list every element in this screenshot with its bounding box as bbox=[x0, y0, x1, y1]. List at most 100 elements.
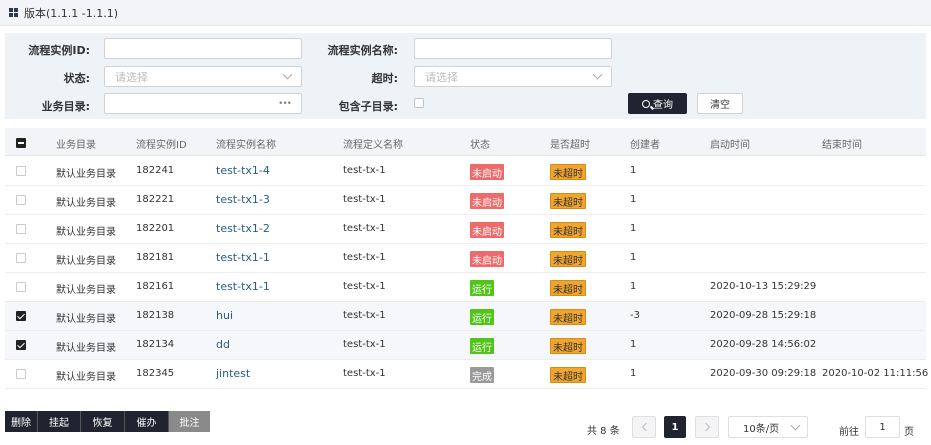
urge-button[interactable]: 催办 bbox=[125, 411, 169, 432]
row-creator: 1 bbox=[630, 165, 637, 176]
row-instance-id: 182134 bbox=[136, 339, 175, 350]
delete-button[interactable]: 删除 bbox=[5, 411, 38, 432]
action-bar: 删除 挂起 恢复 催办 批注 bbox=[5, 411, 210, 432]
row-instance-id: 182138 bbox=[136, 310, 175, 321]
row-start-time: 2020-10-13 15:29:29 bbox=[710, 281, 817, 292]
instance-id-label: 流程实例ID: bbox=[28, 44, 90, 57]
instance-id-input[interactable] bbox=[104, 38, 302, 59]
chevron-down-icon bbox=[282, 69, 293, 80]
row-checkbox[interactable] bbox=[16, 224, 26, 234]
status-select[interactable]: 请选择 bbox=[104, 66, 302, 87]
timeout-badge: 未超时 bbox=[550, 367, 586, 383]
suspend-button[interactable]: 挂起 bbox=[38, 411, 81, 432]
row-catalog: 默认业务目录 bbox=[56, 198, 116, 209]
row-creator: 1 bbox=[630, 252, 637, 263]
row-checkbox[interactable] bbox=[16, 369, 26, 379]
timeout-badge: 未超时 bbox=[550, 193, 586, 209]
table-row[interactable]: 默认业务目录 182345 jintest test-tx-1 完成 未超时 1 2020-0… bbox=[5, 360, 929, 389]
status-badge: 运行 bbox=[470, 280, 494, 296]
total-count: 共 8 条 bbox=[587, 426, 620, 437]
row-instance-id: 182221 bbox=[136, 194, 175, 205]
header-start-time: 启动时间 bbox=[710, 140, 750, 151]
clear-button[interactable]: 清空 bbox=[697, 93, 743, 114]
status-badge: 未启动 bbox=[470, 164, 504, 180]
status-badge: 未启动 bbox=[470, 222, 504, 238]
row-checkbox[interactable] bbox=[16, 282, 26, 292]
row-instance-id: 182201 bbox=[136, 223, 175, 234]
header-catalog: 业务目录 bbox=[56, 140, 96, 151]
timeout-badge: 未超时 bbox=[550, 164, 586, 180]
row-def-name: test-tx-1 bbox=[343, 252, 386, 263]
row-checkbox[interactable] bbox=[16, 166, 26, 176]
current-page[interactable]: 1 bbox=[664, 416, 686, 438]
grid-icon bbox=[9, 8, 18, 17]
row-creator: 1 bbox=[630, 194, 637, 205]
page-title: 版本(1.1.1 -1.1.1) bbox=[24, 6, 119, 20]
row-def-name: test-tx-1 bbox=[343, 281, 386, 292]
chevron-right-icon bbox=[701, 422, 710, 432]
row-checkbox[interactable] bbox=[16, 340, 26, 350]
row-instance-name-link[interactable]: hui bbox=[216, 309, 233, 322]
resume-button[interactable]: 恢复 bbox=[81, 411, 125, 432]
more-icon[interactable]: ••• bbox=[278, 99, 292, 109]
timeout-badge: 未超时 bbox=[550, 338, 586, 354]
timeout-badge: 未超时 bbox=[550, 222, 586, 238]
row-creator: -3 bbox=[630, 310, 640, 321]
goto-page-input[interactable]: 1 bbox=[865, 416, 900, 438]
status-badge: 运行 bbox=[470, 309, 494, 325]
status-badge: 未启动 bbox=[470, 193, 504, 209]
row-creator: 1 bbox=[630, 281, 637, 292]
status-placeholder: 请选择 bbox=[115, 70, 148, 84]
row-def-name: test-tx-1 bbox=[343, 368, 386, 379]
row-instance-name-link[interactable]: test-tx1-4 bbox=[216, 164, 270, 177]
row-instance-name-link[interactable]: jintest bbox=[216, 367, 250, 380]
row-instance-name-link[interactable]: test-tx1-1 bbox=[216, 251, 270, 264]
row-checkbox[interactable] bbox=[16, 311, 26, 321]
include-sub-checkbox[interactable] bbox=[414, 98, 424, 108]
instance-name-input[interactable] bbox=[414, 38, 612, 59]
table-row[interactable]: 默认业务目录 182201 test-tx1-2 test-tx-1 未启动 未超时 1 bbox=[5, 215, 926, 244]
header-creator: 创建者 bbox=[630, 140, 660, 151]
chevron-left-icon bbox=[641, 422, 650, 432]
page-size-select[interactable]: 10条/页 bbox=[728, 416, 808, 438]
table-row[interactable]: 默认业务目录 182138 hui test-tx-1 运行 未超时 -3 2020-09-2… bbox=[5, 302, 926, 331]
row-creator: 1 bbox=[630, 368, 637, 379]
row-instance-name-link[interactable]: test-tx1-2 bbox=[216, 222, 270, 235]
next-page-button[interactable] bbox=[695, 416, 719, 438]
row-start-time: 2020-09-28 14:56:02 bbox=[710, 339, 817, 350]
row-creator: 1 bbox=[630, 223, 637, 234]
row-def-name: test-tx-1 bbox=[343, 310, 386, 321]
row-instance-name-link[interactable]: test-tx1-3 bbox=[216, 193, 270, 206]
row-def-name: test-tx-1 bbox=[343, 223, 386, 234]
annotate-button[interactable]: 批注 bbox=[169, 411, 210, 432]
timeout-select[interactable]: 请选择 bbox=[414, 66, 612, 87]
table-row[interactable]: 默认业务目录 182134 dd test-tx-1 运行 未超时 1 2020-09-28 … bbox=[5, 331, 926, 360]
row-instance-id: 182161 bbox=[136, 281, 175, 292]
row-creator: 1 bbox=[630, 339, 637, 350]
query-button[interactable]: 查询 bbox=[628, 93, 687, 114]
catalog-input[interactable]: ••• bbox=[104, 93, 302, 114]
status-label: 状态: bbox=[63, 72, 90, 85]
chevron-down-icon bbox=[592, 69, 603, 80]
row-end-time: 2020-10-02 11:11:56 bbox=[822, 368, 929, 379]
row-checkbox[interactable] bbox=[16, 195, 26, 205]
row-catalog: 默认业务目录 bbox=[56, 314, 116, 325]
row-instance-name-link[interactable]: test-tx1-1 bbox=[216, 280, 270, 293]
table-row[interactable]: 默认业务目录 182221 test-tx1-3 test-tx-1 未启动 未超时 1 bbox=[5, 186, 926, 215]
header-end-time: 结束时间 bbox=[822, 140, 862, 151]
prev-page-button[interactable] bbox=[632, 416, 656, 438]
header-instance-name: 流程实例名称 bbox=[216, 140, 276, 151]
row-instance-id: 182181 bbox=[136, 252, 175, 263]
table-row[interactable]: 默认业务目录 182161 test-tx1-1 test-tx-1 运行 未超时 1 202… bbox=[5, 273, 926, 302]
header-def-name: 流程定义名称 bbox=[343, 140, 403, 151]
table-row[interactable]: 默认业务目录 182181 test-tx1-1 test-tx-1 未启动 未超时 1 bbox=[5, 244, 926, 273]
row-instance-id: 182345 bbox=[136, 368, 175, 379]
row-catalog: 默认业务目录 bbox=[56, 285, 116, 296]
table-row[interactable]: 默认业务目录 182241 test-tx1-4 test-tx-1 未启动 未超时 1 bbox=[5, 157, 926, 186]
header-instance-id: 流程实例ID bbox=[136, 140, 187, 151]
status-badge: 运行 bbox=[470, 338, 494, 354]
header-status: 状态 bbox=[470, 140, 490, 151]
row-instance-name-link[interactable]: dd bbox=[216, 338, 230, 351]
select-all-checkbox[interactable] bbox=[16, 138, 26, 148]
row-checkbox[interactable] bbox=[16, 253, 26, 263]
